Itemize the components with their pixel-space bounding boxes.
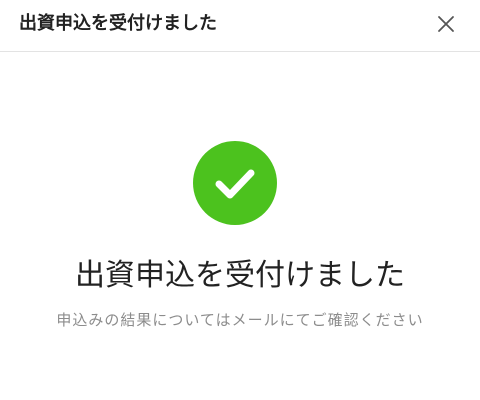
status-title: 出資申込を受付けました [75,258,405,293]
application-complete-dialog: 出資申込を受付けました 出資申込を受付けました 申込みの結果についてはメールにて… [0,0,480,400]
status-description: 申込みの結果についてはメールにてご確認ください [56,311,424,329]
close-icon [438,16,454,32]
dialog-title: 出資申込を受付けました [19,13,217,34]
dialog-header: 出資申込を受付けました [0,0,480,52]
close-button[interactable] [432,10,460,38]
checkmark-circle-icon [192,140,278,226]
